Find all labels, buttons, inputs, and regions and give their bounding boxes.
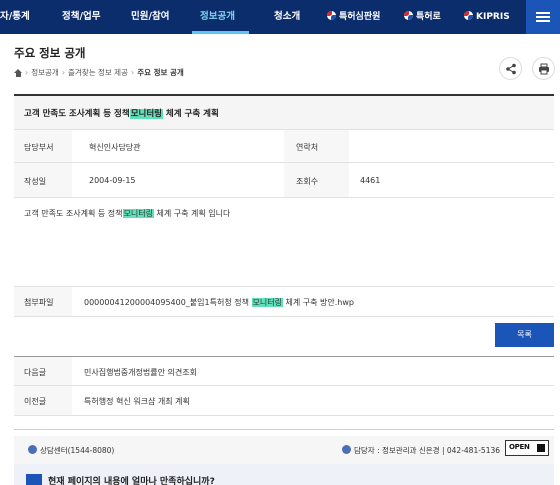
survey-icon bbox=[26, 474, 42, 485]
page-title: 주요 정보 공개 bbox=[14, 46, 86, 60]
attachment-text: 00000041200004095400_붙임1특허청 정책 bbox=[84, 298, 252, 307]
next-post-row: 다음글 민사집행법중개정법률안 의견조회 bbox=[14, 357, 554, 386]
chevron-right-icon: › bbox=[130, 68, 135, 77]
dept-value: 혁신인사담당관 bbox=[89, 143, 141, 152]
date-label: 작성일 bbox=[24, 177, 47, 186]
share-icon bbox=[506, 63, 516, 75]
top-navigation: 자/통계 정책/업무 민원/참여 정보공개 청소개 특허심판원 특허로 KIPR… bbox=[0, 0, 560, 34]
search-highlight: 모니터링 bbox=[251, 298, 283, 307]
menu-icon bbox=[536, 20, 550, 22]
attachment-label: 첨부파일 bbox=[24, 298, 54, 307]
post-title: 고객 만족도 조사계획 등 정책모니터링 체계 구축 계획 bbox=[24, 107, 219, 119]
search-highlight: 모니터링 bbox=[129, 109, 163, 119]
contact-bar: 상담센터(1544-8080) 담당자 : 정보관리과 신은경 | 042-48… bbox=[14, 436, 554, 464]
prev-post-link[interactable]: 특허행정 혁신 워크샵 개최 계획 bbox=[84, 396, 190, 407]
breadcrumb-item[interactable]: 정보공개 bbox=[31, 67, 59, 78]
ext-link-tribunal[interactable]: 특허심판원 bbox=[327, 0, 380, 34]
menu-icon bbox=[536, 12, 550, 14]
list-button[interactable]: 목록 bbox=[495, 323, 554, 347]
nav-item-info-disclosure[interactable]: 정보공개 bbox=[200, 0, 235, 34]
breadcrumb: › 정보공개 › 즐겨찾는 정보 제공 › 주요 정보 공개 bbox=[14, 67, 184, 78]
prev-post-label: 이전글 bbox=[24, 397, 47, 406]
post-body: 고객 만족도 조사계획 등 정책모니터링 체계 구축 계획 입니다 bbox=[24, 208, 230, 219]
menu-icon bbox=[536, 16, 550, 18]
post-body-text: 고객 만족도 조사계획 등 정책 bbox=[24, 209, 123, 218]
share-button[interactable] bbox=[499, 57, 522, 80]
chevron-right-icon: › bbox=[61, 68, 66, 77]
person-icon bbox=[342, 445, 351, 454]
chevron-right-icon: › bbox=[25, 68, 29, 77]
post-title-text: 체계 구축 계획 bbox=[162, 109, 219, 119]
next-post-label: 다음글 bbox=[24, 368, 47, 377]
dept-row: 담당부서 혁신인사담당관 연락처 bbox=[14, 130, 554, 163]
content-row: 고객 만족도 조사계획 등 정책모니터링 체계 구축 계획 입니다 bbox=[14, 198, 554, 287]
next-post-link[interactable]: 민사집행법중개정법률안 의견조회 bbox=[84, 367, 197, 378]
hamburger-menu-button[interactable] bbox=[526, 0, 560, 34]
satisfaction-survey: 현재 페이지의 내용에 얼마나 만족하십니까? bbox=[14, 464, 554, 485]
manager-text: 담당자 : 정보관리과 신은경 | 042-481-5136 bbox=[354, 446, 501, 455]
nav-item-statistics[interactable]: 자/통계 bbox=[0, 0, 30, 34]
views-value: 4461 bbox=[360, 176, 381, 185]
attachment-text: 체계 구축 방안.hwp bbox=[282, 298, 354, 307]
printer-icon bbox=[539, 63, 549, 75]
ext-link-kipris[interactable]: KIPRIS bbox=[464, 0, 510, 34]
post-body-text: 체계 구축 계획 입니다 bbox=[153, 209, 231, 218]
print-button[interactable] bbox=[532, 57, 555, 80]
date-row: 작성일 2004-09-15 조회수 4461 bbox=[14, 163, 554, 198]
taegeuk-icon bbox=[327, 11, 336, 20]
ext-link-label: 특허심판원 bbox=[339, 12, 381, 22]
headset-icon bbox=[28, 445, 37, 454]
manager-info: 담당자 : 정보관리과 신은경 | 042-481-5136 bbox=[342, 445, 500, 456]
ext-link-label: 특허로 bbox=[416, 12, 441, 22]
breadcrumb-current: 주요 정보 공개 bbox=[137, 68, 184, 77]
taegeuk-icon bbox=[464, 11, 473, 20]
taegeuk-icon bbox=[404, 11, 413, 20]
nav-item-civil[interactable]: 민원/참여 bbox=[131, 0, 169, 34]
open-license-badge: OPEN bbox=[505, 440, 549, 456]
home-icon[interactable] bbox=[14, 68, 22, 77]
search-highlight: 모니터링 bbox=[122, 209, 154, 218]
views-label: 조회수 bbox=[296, 177, 319, 186]
dept-label: 담당부서 bbox=[24, 143, 54, 152]
post-title-row: 고객 만족도 조사계획 등 정책모니터링 체계 구축 계획 bbox=[14, 96, 554, 130]
license-icon bbox=[537, 444, 545, 452]
active-nav-indicator bbox=[192, 31, 249, 34]
nav-item-policy[interactable]: 정책/업무 bbox=[62, 0, 100, 34]
ext-link-label: KIPRIS bbox=[476, 12, 510, 22]
call-center-info: 상담센터(1544-8080) bbox=[28, 445, 114, 456]
call-center-text: 상담센터(1544-8080) bbox=[40, 446, 115, 455]
post-title-text: 고객 만족도 조사계획 등 정책 bbox=[24, 109, 130, 119]
contact-label: 연락처 bbox=[296, 143, 319, 152]
footer-divider bbox=[14, 429, 554, 430]
attachment-row: 첨부파일 00000041200004095400_붙임1특허청 정책 모니터링… bbox=[14, 287, 554, 317]
open-badge-text: OPEN bbox=[509, 443, 530, 451]
breadcrumb-item[interactable]: 즐겨찾는 정보 제공 bbox=[68, 67, 128, 78]
survey-question: 현재 페이지의 내용에 얼마나 만족하십니까? bbox=[48, 477, 215, 485]
prev-post-row: 이전글 특허행정 혁신 워크샵 개최 계획 bbox=[14, 386, 554, 416]
ext-link-patentro[interactable]: 특허로 bbox=[404, 0, 441, 34]
date-value: 2004-09-15 bbox=[89, 176, 136, 185]
attachment-link[interactable]: 00000041200004095400_붙임1특허청 정책 모니터링 체계 구… bbox=[84, 297, 354, 308]
nav-item-about[interactable]: 청소개 bbox=[274, 0, 300, 34]
